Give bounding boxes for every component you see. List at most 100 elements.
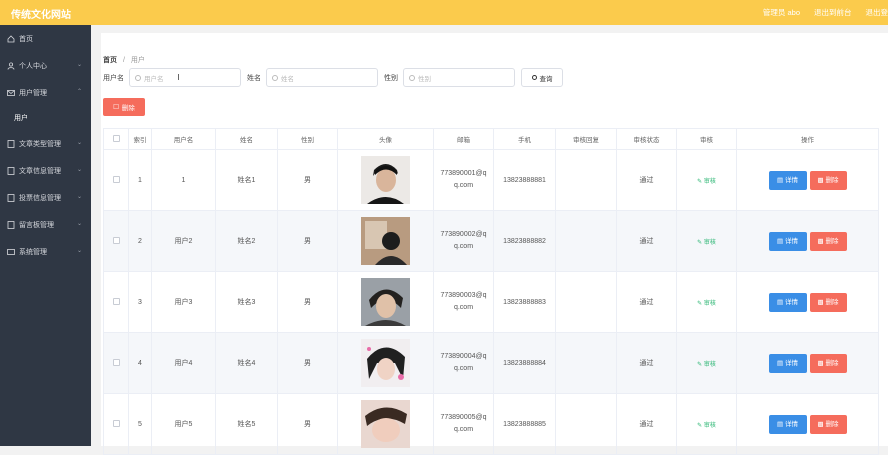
sidebar-item-label: 个人中心 [19,61,47,71]
gender-placeholder: 性别 [418,73,431,83]
row-checkbox[interactable] [113,420,120,427]
header-audit-reply: 审核回复 [556,129,617,150]
header-select [104,129,129,150]
sidebar-item-label: 用户管理 [19,88,47,98]
row-phone: 13823888882 [494,211,556,272]
row-audit-status: 通过 [617,333,677,394]
user-table: 索引 用户名 姓名 性别 头像 邮箱 手机 审核回复 审核状态 审核 操作 1 … [103,128,879,455]
gender-input[interactable]: 性别 [403,68,515,87]
detail-icon: ▤ [777,238,785,245]
avatar [361,339,410,387]
audit-link[interactable]: ✎ 审核 [697,179,716,185]
admin-user-link[interactable]: 管理员 abo [763,7,800,18]
username-label: 用户名 [103,73,124,83]
header-links: 管理员 abo 退出到前台 退出登 [763,7,888,18]
audit-link[interactable]: ✎ 审核 [697,423,716,429]
row-name: 姓名2 [216,211,278,272]
row-username: 用户2 [152,211,216,272]
sidebar-item-users[interactable]: 用户管理 ⌃ [0,79,91,106]
header-username: 用户名 [152,129,216,150]
row-checkbox[interactable] [113,298,120,305]
chevron-down-icon: ⌄ [77,166,82,173]
edit-icon: ✎ [697,240,704,246]
detail-button[interactable]: ▤ 详情 [769,171,807,190]
sidebar-item-label: 留言板管理 [19,220,54,230]
row-email-line1: 773890003@q [434,290,493,302]
delete-button-label: 删除 [825,421,838,428]
doc-icon [7,221,15,229]
sidebar-item-profile[interactable]: 个人中心 ⌄ [0,52,91,79]
audit-link[interactable]: ✎ 审核 [697,301,716,307]
sidebar-item-article-types[interactable]: 文章类型管理 ⌄ [0,130,91,157]
breadcrumb: 首页 / 用户 [103,55,145,65]
row-checkbox[interactable] [113,359,120,366]
name-label: 姓名 [247,73,261,83]
search-icon [135,75,141,81]
select-all-checkbox[interactable] [113,135,120,142]
table-row: 1 1 姓名1 男 773890001@qq.com 13823888881 通… [104,150,879,211]
sidebar-item-messages[interactable]: 留言板管理 ⌄ [0,211,91,238]
row-username: 用户5 [152,394,216,455]
row-email-line1: 773890001@q [434,168,493,180]
query-button[interactable]: 查询 [521,68,563,87]
audit-link[interactable]: ✎ 审核 [697,362,716,368]
delete-button[interactable]: ▩ 删除 [810,354,847,373]
detail-button[interactable]: ▤ 详情 [769,232,807,251]
settings-icon [7,248,15,256]
sidebar-item-label: 文章类型管理 [19,139,61,149]
delete-button[interactable]: ▩ 删除 [810,293,847,312]
sidebar-item-votes[interactable]: 投票信息管理 ⌄ [0,184,91,211]
delete-button[interactable]: ▩ 删除 [810,415,847,434]
username-input[interactable]: 用户名 I [129,68,241,87]
row-audit-reply [556,211,617,272]
row-email-line1: 773890005@q [434,412,493,424]
row-phone: 13823888885 [494,394,556,455]
sidebar-item-home[interactable]: 首页 [0,25,91,52]
row-checkbox[interactable] [113,237,120,244]
batch-delete-label: 删除 [122,102,135,112]
sidebar-subitem-user[interactable]: 用户 [0,106,91,130]
audit-link[interactable]: ✎ 审核 [697,240,716,246]
search-bar: 用户名 用户名 I 姓名 姓名 性别 性别 查询 [103,68,563,87]
header-audit: 审核 [677,129,737,150]
header-audit-status: 审核状态 [617,129,677,150]
detail-icon: ▤ [777,299,785,306]
header-avatar: 头像 [338,129,434,150]
gender-label: 性别 [384,73,398,83]
audit-link-label: 审核 [704,179,716,185]
breadcrumb-home[interactable]: 首页 [103,57,117,64]
back-to-front-link[interactable]: 退出到前台 [814,7,852,18]
detail-button-label: 详情 [785,177,798,184]
sidebar-item-articles[interactable]: 文章信息管理 ⌄ [0,157,91,184]
search-icon [532,75,537,80]
sidebar: 首页 个人中心 ⌄ 用户管理 ⌃ 用户 文章类型管理 ⌄ 文章信息管理 ⌄ 投票… [0,25,91,446]
header-actions: 操作 [737,129,879,150]
audit-link-label: 审核 [704,362,716,368]
name-input[interactable]: 姓名 [266,68,378,87]
batch-delete-button[interactable]: ☐ 删除 [103,98,145,116]
row-name: 姓名1 [216,150,278,211]
avatar [361,400,410,448]
sidebar-item-system[interactable]: 系统管理 ⌄ [0,238,91,265]
sidebar-item-label: 首页 [19,34,33,44]
row-name: 姓名4 [216,333,278,394]
logout-link[interactable]: 退出登 [866,7,888,18]
top-header: 传统文化网站 管理员 abo 退出到前台 退出登 [0,0,888,25]
header-phone: 手机 [494,129,556,150]
delete-button[interactable]: ▩ 删除 [810,171,847,190]
detail-button[interactable]: ▤ 详情 [769,354,807,373]
row-audit-reply [556,272,617,333]
detail-icon: ▤ [777,360,785,367]
detail-button[interactable]: ▤ 详情 [769,415,807,434]
row-name: 姓名3 [216,272,278,333]
edit-icon: ✎ [697,301,704,307]
detail-button[interactable]: ▤ 详情 [769,293,807,312]
row-phone: 13823888881 [494,150,556,211]
header-gender: 性别 [278,129,338,150]
row-index: 3 [129,272,152,333]
row-gender: 男 [278,394,338,455]
name-placeholder: 姓名 [281,73,294,83]
row-checkbox[interactable] [113,176,120,183]
table-row: 5 用户5 姓名5 男 773890005@qq.com 13823888885… [104,394,879,455]
delete-button[interactable]: ▩ 删除 [810,232,847,251]
